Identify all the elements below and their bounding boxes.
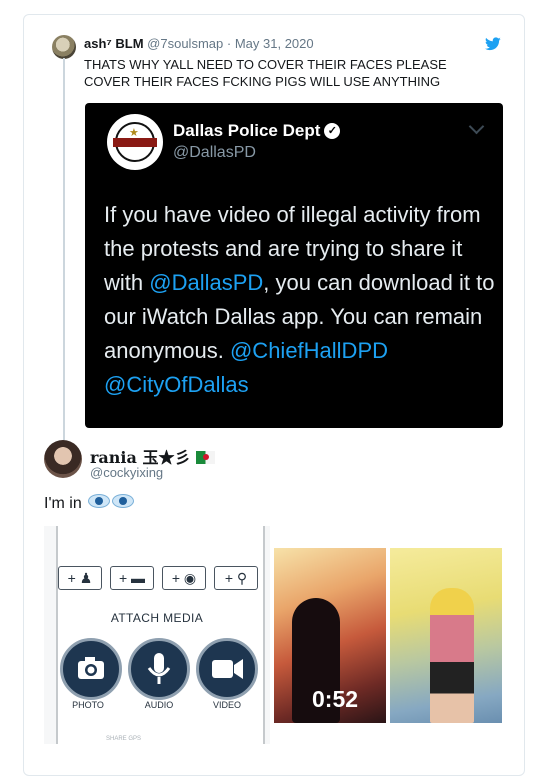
dallas-police-logo: ★ [107, 114, 163, 170]
microphone-icon [128, 638, 190, 700]
embedded-display-name: Dallas Police Dept ✓ [173, 121, 341, 141]
badge-ribbon [113, 138, 157, 147]
reply-handle[interactable]: @cockyixing [90, 465, 163, 480]
plus-label: + [118, 570, 128, 586]
attach-media-label: ATTACH MEDIA [110, 611, 204, 625]
rania-avatar[interactable] [44, 440, 82, 478]
twitter-bird-icon[interactable] [485, 37, 501, 51]
embedded-name-text: Dallas Police Dept [173, 121, 321, 140]
handle[interactable]: @7soulsmap [147, 36, 223, 51]
concert-photo-thumbnail[interactable] [390, 548, 502, 723]
photo-label: PHOTO [72, 700, 104, 710]
reply-text-line: I'm in [44, 494, 135, 513]
video-duration: 0:52 [312, 686, 359, 712]
quoted-tweet-text: THATS WHY YALL NEED TO COVER THEIR FACES… [84, 57, 447, 89]
mention-dallaspd: @DallasPD [149, 270, 264, 295]
algeria-flag-icon [196, 451, 216, 464]
thread-line [63, 58, 65, 440]
mention-chiefhalldpd: @ChiefHallDPD [229, 338, 389, 363]
share-gps-label: SHARE GPS [106, 736, 142, 742]
eye-emoji-icon [112, 494, 135, 508]
embedded-tweet-image[interactable]: ★ Dallas Police Dept ✓ @DallasPD If you h… [85, 103, 503, 428]
video-glyph [212, 659, 243, 679]
video-label: VIDEO [212, 700, 241, 710]
tweet-date[interactable]: May 31, 2020 [235, 36, 314, 51]
camera-icon [60, 638, 122, 700]
media-grid: + ♟ + ▬ + ◉ + ⚲ ATTACH MEDIA PHOTO AUDIO… [44, 526, 502, 744]
ash-avatar[interactable] [52, 35, 76, 59]
display-name[interactable]: ash⁷ BLM [84, 36, 144, 51]
app-frame [56, 526, 265, 744]
embedded-handle: @DallasPD [173, 144, 256, 161]
verified-badge-icon: ✓ [324, 123, 341, 139]
quoted-tweet-header: ash⁷ BLM @7soulsmap · May 31, 2020 [84, 36, 314, 51]
vehicle-button: + ▬ [110, 566, 154, 590]
mention-cityofdallas: @CityOfDallas [104, 372, 249, 397]
performer-figure [430, 588, 474, 723]
concert-video-thumbnail[interactable]: 0:52 [274, 548, 386, 723]
chevron-down-icon [468, 118, 485, 135]
plus-label: + [171, 570, 181, 586]
plus-label: + [224, 570, 234, 586]
location-button: + ⚲ [214, 566, 258, 590]
embedded-tweet-body: If you have video of illegal activity fr… [104, 198, 499, 402]
camera-glyph [78, 657, 104, 679]
audio-label: AUDIO [144, 700, 174, 710]
reply-text: I'm in [44, 495, 82, 512]
eye-button: + ◉ [162, 566, 206, 590]
video-camera-icon [196, 638, 258, 700]
eye-emoji-icon [88, 494, 111, 508]
app-screenshot-image[interactable]: + ♟ + ▬ + ◉ + ⚲ ATTACH MEDIA PHOTO AUDIO… [44, 526, 270, 744]
microphone-glyph [147, 653, 171, 684]
person-button: + ♟ [58, 566, 102, 590]
plus-label: + [67, 570, 76, 586]
separator: · [226, 36, 232, 51]
report-type-buttons: + ♟ + ▬ + ◉ + ⚲ [58, 566, 258, 592]
